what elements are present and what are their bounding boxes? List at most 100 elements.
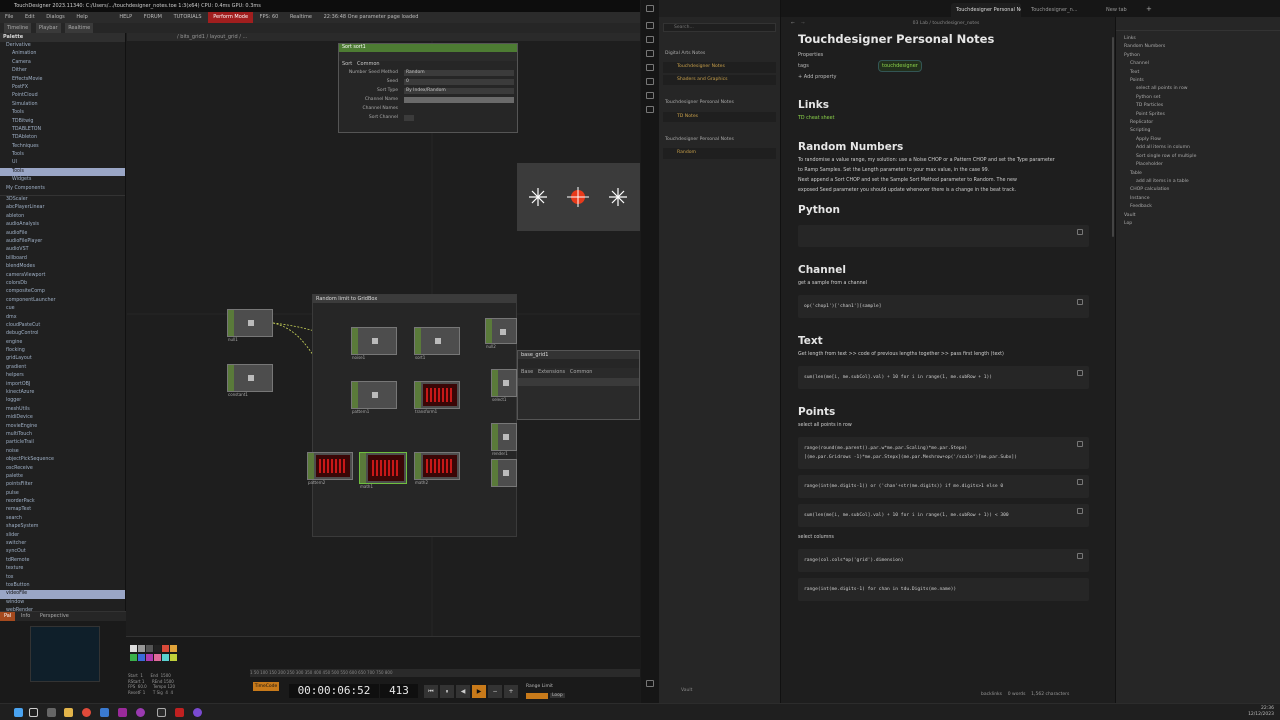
menu-edit[interactable]: Edit xyxy=(20,12,40,23)
outline-item[interactable]: Feedback xyxy=(1124,203,1280,211)
minus-button[interactable]: − xyxy=(488,685,502,698)
color-swatch[interactable] xyxy=(146,645,153,652)
reverse-button[interactable]: ◀ xyxy=(456,685,470,698)
palette-item[interactable]: midiDevice xyxy=(0,414,125,422)
palette-item[interactable]: colorsDb xyxy=(0,280,125,288)
palette-item[interactable]: audioVST xyxy=(0,246,125,254)
playbar-toggle[interactable]: Playbar xyxy=(35,23,61,33)
code-block-columns[interactable]: range(col.cols*op('grid').dimension) xyxy=(798,549,1089,572)
palette-item[interactable]: tox xyxy=(0,574,125,582)
palette-item[interactable]: billboard xyxy=(0,255,125,263)
palette-item[interactable]: search xyxy=(0,515,125,523)
color-swatch[interactable] xyxy=(146,654,153,661)
search-icon[interactable] xyxy=(646,36,654,43)
outline-item[interactable]: Apply Flow xyxy=(1124,136,1280,144)
result-item[interactable]: TD Notes xyxy=(663,111,776,123)
palette-item[interactable]: videoFile xyxy=(0,590,125,599)
palette-item[interactable]: noise xyxy=(0,448,125,456)
palette-item[interactable]: logger xyxy=(0,397,125,405)
palette-item[interactable]: meshUtils xyxy=(0,406,125,414)
code-block-points-1[interactable]: range(round(me.parent().par.w*me.par.Sca… xyxy=(798,437,1089,469)
touchdesigner-icon[interactable] xyxy=(157,708,166,717)
result-item[interactable]: Random xyxy=(663,148,776,159)
app-icon[interactable] xyxy=(175,708,184,717)
start-icon[interactable] xyxy=(14,708,23,717)
param-row[interactable]: Channel Names xyxy=(339,104,517,113)
palette-item[interactable]: objectPickSequence xyxy=(0,456,125,464)
palette-item[interactable]: componentLauncher xyxy=(0,297,125,305)
color-swatch[interactable] xyxy=(138,654,145,661)
bookmark-icon[interactable] xyxy=(646,50,654,57)
play-button[interactable]: ▶ xyxy=(472,685,486,698)
command-icon[interactable] xyxy=(646,106,654,113)
note-title[interactable]: Touchdesigner Personal Notes xyxy=(798,31,1089,48)
outline-item[interactable]: Channel xyxy=(1124,60,1280,68)
palette-item[interactable]: kinectAzure xyxy=(0,389,125,397)
step-back-button[interactable]: ⏸ xyxy=(440,685,454,698)
palette-item[interactable]: audioAnalysis xyxy=(0,221,125,229)
code-block-points-2[interactable]: range(int(me.digits-1)) or ('chan'+str(m… xyxy=(798,475,1089,498)
palette-item[interactable]: oscReceive xyxy=(0,465,125,473)
tab-info[interactable]: Info xyxy=(17,612,34,621)
rewind-button[interactable]: ⏮ xyxy=(424,685,438,698)
note-editor[interactable]: ← → 03 Lab / touchdesigner_notes Touchde… xyxy=(781,17,1111,703)
outline-item[interactable]: TD Particles xyxy=(1124,102,1280,110)
back-arrow-icon[interactable]: ← xyxy=(791,17,795,31)
tab-new[interactable]: New tab xyxy=(1101,3,1141,17)
op-null2[interactable]: null2 xyxy=(485,318,517,349)
palette-item[interactable]: tdRemote xyxy=(0,557,125,565)
palette-item[interactable]: window xyxy=(0,599,125,607)
parameter-panel[interactable]: Sort sort1 Sort Common Number Seed Metho… xyxy=(338,43,518,133)
outline-item[interactable]: Sort single row of multiple xyxy=(1124,153,1280,161)
palette-folder[interactable]: My Components xyxy=(0,185,125,193)
palette-folder[interactable]: Dither xyxy=(0,67,125,75)
result-group-title[interactable]: Touchdesigner Personal Notes xyxy=(659,97,780,109)
palette-folder[interactable]: Tools xyxy=(0,167,125,177)
vault-switcher[interactable]: Vault xyxy=(681,688,692,693)
op-transform1[interactable]: transform1 xyxy=(414,381,460,414)
tab-perspective[interactable]: Perspective xyxy=(36,612,73,621)
menu-file[interactable]: File xyxy=(0,12,18,23)
palette-folder[interactable]: TDBitwig xyxy=(0,118,125,126)
palette-folder[interactable]: Simulation xyxy=(0,101,125,109)
result-item[interactable]: Touchdesigner Notes xyxy=(663,62,776,73)
outline-item[interactable]: Add all items in column xyxy=(1124,144,1280,152)
palette-item[interactable]: compositeComp xyxy=(0,288,125,296)
result-group-title[interactable]: Digital Arts Notes xyxy=(659,48,780,60)
add-property-button[interactable]: + Add property xyxy=(798,72,1089,82)
timecode-display[interactable]: 00:00:06:52 xyxy=(289,684,379,698)
param-row[interactable]: Sort Type By Index/Random xyxy=(339,86,517,95)
palette-folder[interactable]: UI xyxy=(0,159,125,167)
subpanel-tab-base[interactable]: Base xyxy=(521,369,533,375)
param-tab-sort[interactable]: Sort xyxy=(342,61,352,67)
files-icon[interactable] xyxy=(646,22,654,29)
plus-button[interactable]: + xyxy=(504,685,518,698)
op-pattern2[interactable]: pattern2 xyxy=(307,452,353,485)
palette-item[interactable]: switcher xyxy=(0,540,125,548)
task-view-icon[interactable] xyxy=(47,708,56,717)
realtime-toggle[interactable]: Realtime xyxy=(285,12,317,23)
palette-item[interactable]: cloudPasteCut xyxy=(0,322,125,330)
outline-item[interactable]: Links xyxy=(1124,35,1280,43)
param-row[interactable]: Channel Name xyxy=(339,95,517,104)
palette-item[interactable]: cue xyxy=(0,305,125,313)
loop-button[interactable]: Loop xyxy=(550,693,565,698)
outline-item[interactable]: Instance xyxy=(1124,195,1280,203)
outline-item[interactable]: add all items in a table xyxy=(1124,178,1280,186)
chrome-icon[interactable] xyxy=(82,708,91,717)
frame-number-field[interactable]: 413 xyxy=(380,684,418,698)
outline-item[interactable]: Python set xyxy=(1124,94,1280,102)
tags-property[interactable]: tags touchdesigner xyxy=(798,60,1089,72)
component-panel[interactable]: base_grid1 Base Extensions Common xyxy=(517,350,640,420)
app-icon[interactable] xyxy=(193,708,202,717)
palette-item[interactable]: abcPlayerLinear xyxy=(0,204,125,212)
help-button[interactable]: HELP xyxy=(114,12,137,23)
note-body[interactable]: Touchdesigner Personal Notes Properties … xyxy=(798,31,1089,607)
palette-item[interactable]: importOBJ xyxy=(0,381,125,389)
app-icon[interactable] xyxy=(100,708,109,717)
tab-pal[interactable]: Pal xyxy=(0,612,16,621)
forum-button[interactable]: FORUM xyxy=(139,12,167,23)
palette-folder[interactable]: PostFX xyxy=(0,84,125,92)
palette-item[interactable]: audioFile xyxy=(0,230,125,238)
forward-arrow-icon[interactable]: → xyxy=(801,17,805,31)
